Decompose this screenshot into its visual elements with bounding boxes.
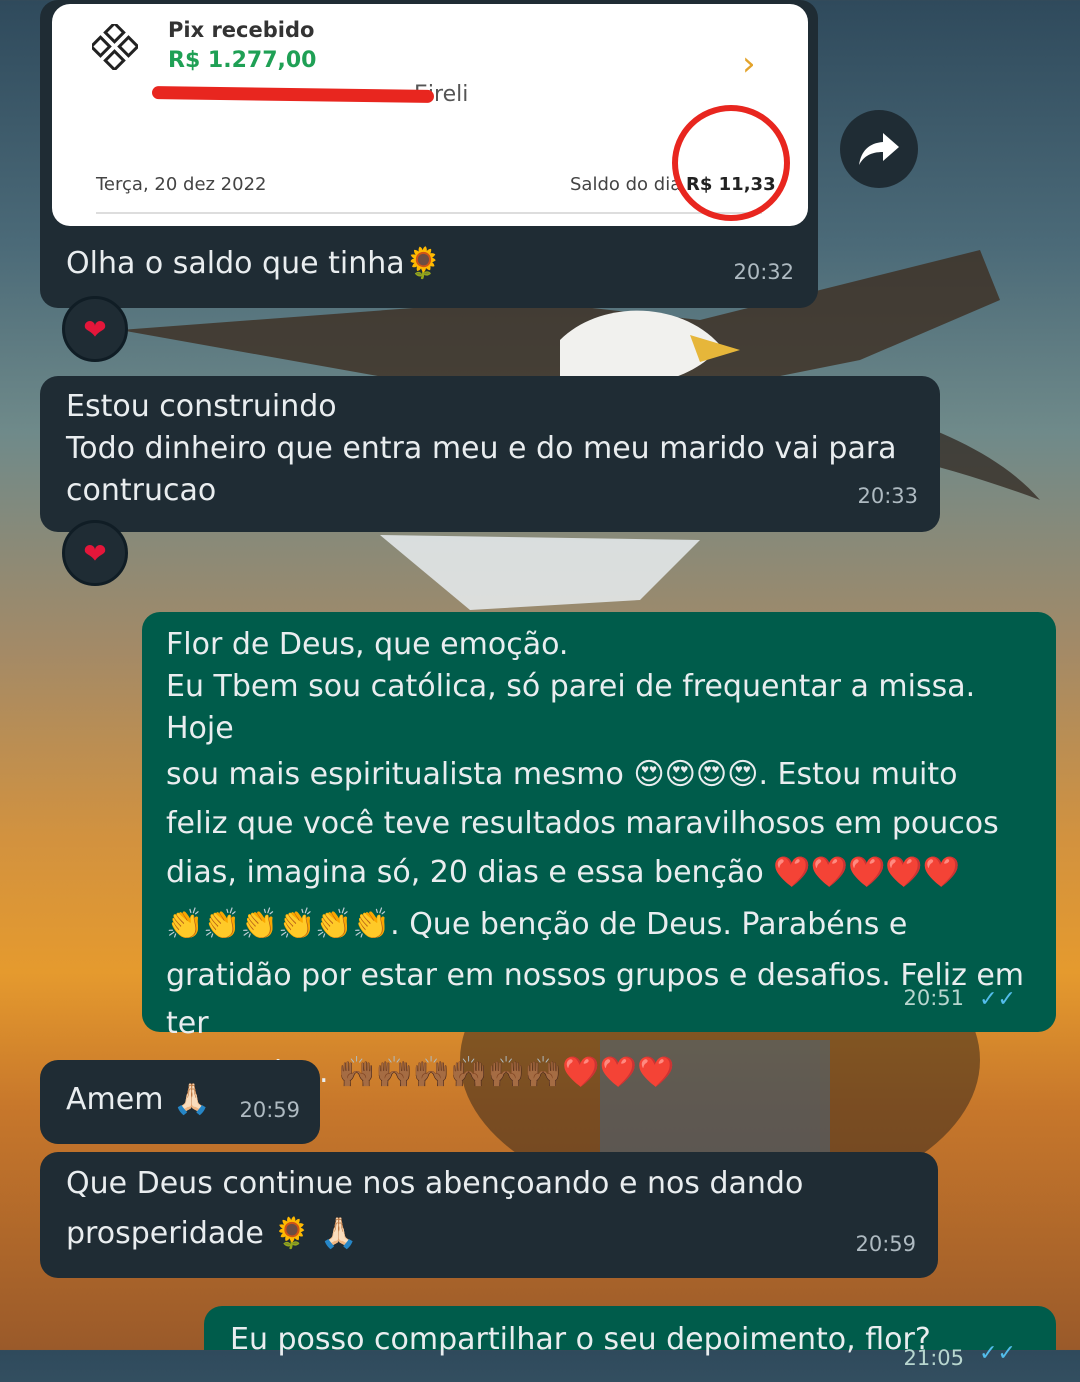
message-text-line: Flor de Deus, que emoção.: [166, 627, 569, 662]
divider: [96, 212, 762, 214]
highlight-circle: [672, 105, 790, 221]
message-bubble-incoming[interactable]: Que Deus continue nos abençoando e nos d…: [40, 1152, 938, 1278]
message-time: 20:59: [855, 1232, 916, 1256]
message-text-line: dias, imagina só, 20 dias e essa benção …: [166, 855, 961, 890]
message-time: 20:51: [903, 986, 964, 1010]
message-bubble-outgoing[interactable]: Flor de Deus, que emoção. Eu Tbem sou ca…: [142, 612, 1056, 1090]
pix-logo-icon: [92, 24, 138, 70]
forward-icon[interactable]: [840, 110, 918, 188]
message-text-line: Eu Tbem sou católica, só parei de freque…: [166, 669, 976, 746]
message-text-line: gratidão por estar em nossos grupos e de…: [166, 958, 1025, 1041]
message-bubble-incoming[interactable]: Amem 🙏🏻 20:59: [40, 1060, 320, 1144]
message-text-line: sou mais espiritualista mesmo 😍😍😍😍. Esto…: [166, 757, 958, 792]
message-time: 21:05: [903, 1346, 964, 1370]
chevron-right-icon[interactable]: ›: [742, 44, 756, 84]
message-text-line: contrucao: [66, 473, 217, 508]
message-text: Olha o saldo que tinha🌻: [66, 246, 442, 281]
message-bubble-incoming[interactable]: Estou construindo Todo dinheiro que entr…: [40, 376, 940, 532]
message-text-line: Que Deus continue nos abençoando e nos d…: [66, 1166, 804, 1201]
pix-saldo-label: Saldo do dia: [570, 174, 682, 195]
message-text-line: Todo dinheiro que entra meu e do meu mar…: [66, 431, 897, 466]
message-text-line: feliz que você teve resultados maravilho…: [166, 806, 999, 841]
message-text-line: Estou construindo: [66, 389, 337, 424]
message-time: 20:32: [733, 260, 794, 284]
heart-reaction[interactable]: ❤: [62, 296, 128, 362]
read-receipt-icon: ✓✓: [979, 1341, 1016, 1366]
pix-amount: R$ 1.277,00: [168, 48, 317, 73]
message-bubble-outgoing[interactable]: Eu posso compartilhar o seu depoimento, …: [204, 1306, 1056, 1370]
message-text-line: 👏👏👏👏👏👏. Que benção de Deus. Parabéns e: [166, 907, 908, 942]
redaction-scribble: [151, 86, 435, 103]
message-text-line: prosperidade 🌻 🙏🏻: [66, 1216, 358, 1251]
pix-title: Pix recebido: [168, 18, 315, 42]
pix-date: Terça, 20 dez 2022: [96, 174, 267, 195]
heart-reaction[interactable]: ❤: [62, 520, 128, 586]
message-time: 20:59: [239, 1098, 300, 1122]
message-time: 20:33: [857, 484, 918, 508]
read-receipt-icon: ✓✓: [979, 987, 1016, 1012]
